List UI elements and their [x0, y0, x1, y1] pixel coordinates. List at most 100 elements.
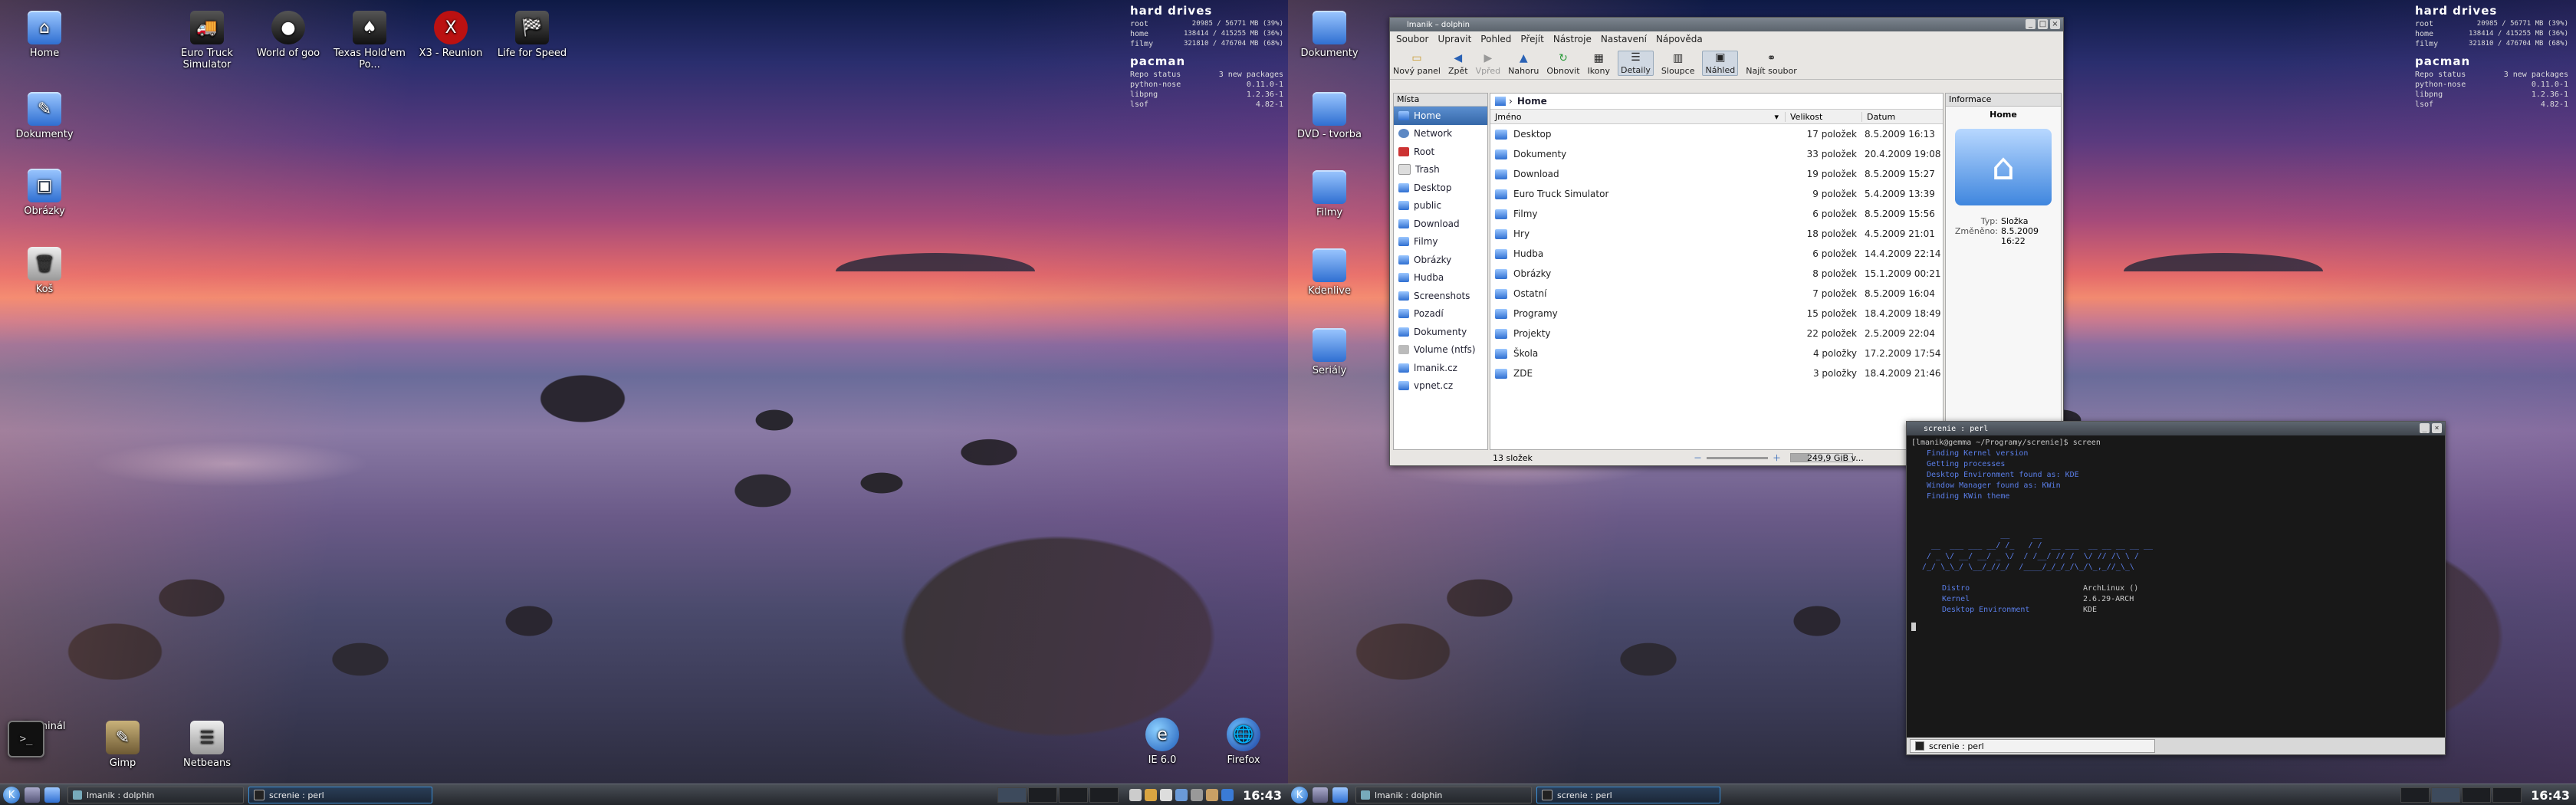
place-obrazky[interactable]: Obrázky: [1394, 251, 1487, 269]
menu-prejit[interactable]: Přejít: [1520, 34, 1543, 44]
file-row[interactable]: Ostatní 7 položek 8.5.2009 16:04: [1490, 284, 1943, 304]
desktop-icon-world-of-goo[interactable]: ● World of goo: [251, 11, 325, 59]
menu-napoveda[interactable]: Nápověda: [1656, 34, 1703, 44]
place-vpnet-cz[interactable]: vpnet.cz: [1394, 377, 1487, 396]
pager-desktop-4[interactable]: [2492, 787, 2522, 803]
desktop-icon-dvd-tvorba[interactable]: DVD - tvorba: [1293, 92, 1366, 140]
zoom-in-icon[interactable]: ＋: [1773, 452, 1781, 464]
file-row[interactable]: Desktop 17 položek 8.5.2009 16:13: [1490, 124, 1943, 144]
kde-icon[interactable]: [1221, 789, 1234, 801]
desktop-icon-dokumenty[interactable]: ✎ Dokumenty: [8, 92, 81, 140]
taskbar-item-dolphin[interactable]: lmanik : dolphin: [1355, 787, 1532, 803]
show-desktop-icon[interactable]: [25, 787, 40, 803]
desktop-pager[interactable]: [2399, 787, 2522, 803]
file-row[interactable]: Filmy 6 položek 8.5.2009 15:56: [1490, 204, 1943, 224]
breadcrumb[interactable]: › Home: [1490, 94, 1943, 110]
place-pozadi[interactable]: Pozadí: [1394, 305, 1487, 324]
file-row[interactable]: Hudba 6 položek 14.4.2009 22:14: [1490, 244, 1943, 264]
volume-icon[interactable]: [1129, 789, 1142, 801]
updates-icon[interactable]: [1175, 789, 1188, 801]
desktop-icon-netbeans[interactable]: ☰ Netbeans: [170, 721, 244, 769]
pager-desktop-3[interactable]: [2462, 787, 2492, 803]
file-manager-icon[interactable]: [44, 787, 60, 803]
pager-desktop-3[interactable]: [1059, 787, 1089, 803]
show-desktop-icon[interactable]: [1313, 787, 1328, 803]
place-volume-ntfs[interactable]: Volume (ntfs): [1394, 341, 1487, 360]
place-screenshots[interactable]: Screenshots: [1394, 287, 1487, 305]
place-dokumenty[interactable]: Dokumenty: [1394, 323, 1487, 341]
new-tab-button[interactable]: ▭ Nový panel: [1393, 52, 1441, 76]
desktop-icon-terminal[interactable]: >_ Terminál: [8, 721, 81, 757]
place-lmanik-cz[interactable]: lmanik.cz: [1394, 359, 1487, 377]
icons-view-button[interactable]: ▦ Ikony: [1588, 52, 1610, 76]
place-desktop[interactable]: Desktop: [1394, 179, 1487, 197]
clock[interactable]: 16:43: [1243, 788, 1282, 803]
pager-desktop-2[interactable]: [2431, 787, 2461, 803]
pager-desktop-1[interactable]: [997, 787, 1027, 803]
file-row[interactable]: Obrázky 8 položek 15.1.2009 00:21: [1490, 264, 1943, 284]
kde-menu-icon[interactable]: K: [3, 787, 20, 803]
taskbar-item-terminal[interactable]: screnie : perl: [1536, 787, 1720, 803]
close-icon[interactable]: ×: [2432, 423, 2442, 433]
zoom-slider[interactable]: [1706, 456, 1768, 459]
dolphin-titlebar[interactable]: lmanik – dolphin _ □ ×: [1390, 18, 2063, 31]
desktop-icon-filmy[interactable]: Filmy: [1293, 170, 1366, 219]
preview-button[interactable]: ▣ Náhled: [1702, 51, 1739, 76]
close-icon[interactable]: ×: [2050, 19, 2060, 29]
maximize-icon[interactable]: □: [2038, 19, 2048, 29]
menu-nastaveni[interactable]: Nastavení: [1601, 34, 1647, 44]
place-hudba[interactable]: Hudba: [1394, 269, 1487, 288]
file-row[interactable]: Programy 15 položek 18.4.2009 18:49: [1490, 304, 1943, 324]
terminal-output[interactable]: [lmanik@gemma ~/Programy/screnie]$ scree…: [1907, 435, 2445, 633]
terminal-tab[interactable]: screnie : perl: [1910, 739, 2155, 753]
column-date[interactable]: Datum: [1861, 111, 1943, 122]
place-download[interactable]: Download: [1394, 215, 1487, 233]
desktop-icon-serialy[interactable]: Seriály: [1293, 328, 1366, 376]
menu-soubor[interactable]: Soubor: [1396, 34, 1428, 44]
minimize-icon[interactable]: _: [2420, 423, 2430, 433]
clock[interactable]: 16:43: [2531, 788, 2570, 803]
desktop-icon-home[interactable]: ⌂ Home: [8, 11, 81, 59]
file-row[interactable]: Hry 18 položek 4.5.2009 21:01: [1490, 224, 1943, 244]
desktop-icon-obrazky[interactable]: ▣ Obrázky: [8, 169, 81, 217]
menu-upravit[interactable]: Upravit: [1438, 34, 1471, 44]
details-view-button[interactable]: ☰ Detaily: [1618, 51, 1654, 76]
file-row[interactable]: Dokumenty 33 položek 20.4.2009 19:08: [1490, 144, 1943, 164]
columns-view-button[interactable]: ▥ Sloupce: [1661, 52, 1695, 76]
terminal-titlebar[interactable]: screnie : perl _ ×: [1907, 422, 2445, 435]
zoom-out-icon[interactable]: －: [1694, 452, 1702, 464]
column-name[interactable]: Jméno ▾: [1490, 112, 1785, 122]
clipboard-icon[interactable]: [1160, 789, 1173, 801]
place-public[interactable]: public: [1394, 197, 1487, 215]
desktop-icon-dokumenty[interactable]: Dokumenty: [1293, 11, 1366, 59]
file-row[interactable]: Škola 4 položky 17.2.2009 17:54: [1490, 343, 1943, 363]
pager-desktop-4[interactable]: [1089, 787, 1119, 803]
pager-desktop-1[interactable]: [2400, 787, 2430, 803]
desktop-icon-life-for-speed[interactable]: 🏁 Life for Speed: [495, 11, 569, 59]
desktop-icon-firefox[interactable]: 🌐 Firefox: [1207, 718, 1280, 766]
up-button[interactable]: ▲ Nahoru: [1508, 52, 1539, 76]
file-row[interactable]: Projekty 22 položek 2.5.2009 22:04: [1490, 324, 1943, 343]
place-filmy[interactable]: Filmy: [1394, 233, 1487, 251]
reload-button[interactable]: ↻ Obnovit: [1546, 52, 1579, 76]
battery-icon[interactable]: [1191, 789, 1204, 801]
menu-nastroje[interactable]: Nástroje: [1553, 34, 1592, 44]
download-icon[interactable]: [1206, 789, 1219, 801]
back-button[interactable]: ◀ Zpět: [1448, 52, 1468, 76]
desktop-icon-texas-holdem[interactable]: ♠ Texas Hold'em Po...: [333, 11, 406, 71]
taskbar-item-terminal[interactable]: screnie : perl: [248, 787, 432, 803]
forward-button[interactable]: ▶ Vpřed: [1476, 52, 1501, 76]
pager-desktop-2[interactable]: [1028, 787, 1058, 803]
file-manager-icon[interactable]: [1332, 787, 1348, 803]
place-root[interactable]: Root: [1394, 143, 1487, 161]
desktop-icon-ie[interactable]: e IE 6.0: [1125, 718, 1199, 766]
place-network[interactable]: Network: [1394, 125, 1487, 143]
desktop-icon-kdenlive[interactable]: Kdenlive: [1293, 248, 1366, 297]
column-size[interactable]: Velikost: [1785, 111, 1861, 122]
place-trash[interactable]: Trash: [1394, 161, 1487, 179]
minimize-icon[interactable]: _: [2026, 19, 2036, 29]
file-row[interactable]: Euro Truck Simulator 9 položek 5.4.2009 13…: [1490, 184, 1943, 204]
network-icon[interactable]: [1145, 789, 1158, 801]
place-home[interactable]: Home: [1394, 107, 1487, 125]
desktop-icon-gimp[interactable]: ✎ Gimp: [86, 721, 159, 769]
